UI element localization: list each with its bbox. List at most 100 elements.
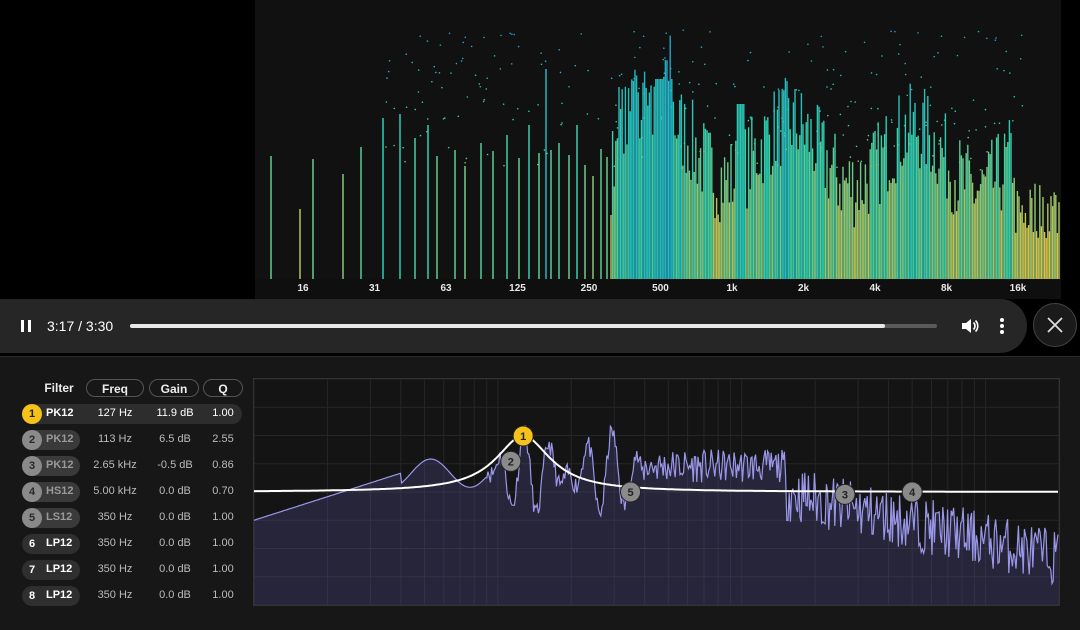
spectrum-peak-dot: [866, 139, 869, 141]
spectrum-peak-dot: [855, 145, 858, 148]
spectrum-peak-dot: [586, 113, 589, 115]
spectrum-peak-dot: [615, 120, 618, 123]
filter-number-badge[interactable]: 2: [22, 430, 42, 450]
filter-gain[interactable]: 0.0 dB: [150, 511, 200, 523]
spectrum-peak-dot: [819, 110, 821, 112]
filter-gain[interactable]: 0.0 dB: [150, 563, 200, 575]
filter-row-6[interactable]: 6 LP12 350 Hz 0.0 dB 1.00: [22, 534, 242, 554]
spectrum-peak-dot: [465, 157, 468, 160]
spectrum-peak-dot: [709, 31, 711, 33]
spectrum-peak-dot: [1009, 72, 1011, 74]
filter-q[interactable]: 1.00: [203, 407, 243, 419]
filter-number-badge[interactable]: 1: [22, 404, 42, 424]
filter-gain[interactable]: 0.0 dB: [150, 485, 200, 497]
filter-type[interactable]: LP12: [46, 589, 72, 601]
filter-q[interactable]: 1.00: [203, 511, 243, 523]
spectrum-peak-dot: [850, 100, 852, 103]
filter-node-label[interactable]: 1: [520, 431, 526, 443]
filter-q[interactable]: 1.00: [203, 563, 243, 575]
filter-gain[interactable]: 0.0 dB: [150, 537, 200, 549]
spectrum-peak-dot: [540, 52, 542, 54]
more-options-button[interactable]: [993, 316, 1011, 336]
filter-number-badge[interactable]: 6: [22, 534, 42, 554]
spectrum-peak-dot: [500, 34, 502, 37]
freq-tick-label: 16k: [1009, 283, 1027, 294]
volume-button[interactable]: [960, 316, 980, 336]
spectrum-peak-dot: [419, 35, 421, 38]
spectrum-peak-dot: [485, 88, 488, 90]
filter-type[interactable]: HS12: [46, 485, 74, 497]
freq-header[interactable]: Freq: [86, 379, 144, 397]
spectrum-peak-dot: [956, 54, 959, 57]
spectrum-peak-dot: [936, 120, 939, 123]
filter-type[interactable]: PK12: [46, 433, 74, 445]
filter-type[interactable]: LP12: [46, 563, 72, 575]
filter-gain[interactable]: 11.9 dB: [150, 407, 200, 419]
filter-freq[interactable]: 350 Hz: [86, 563, 144, 575]
spectrum-peak-dot: [857, 160, 860, 162]
filter-node-label[interactable]: 2: [508, 456, 514, 468]
filter-row-8[interactable]: 8 LP12 350 Hz 0.0 dB 1.00: [22, 586, 242, 606]
filter-gain[interactable]: -0.5 dB: [150, 459, 200, 471]
filter-header: Filter: [44, 381, 74, 395]
filter-freq[interactable]: 350 Hz: [86, 511, 144, 523]
q-header[interactable]: Q: [203, 379, 243, 397]
gain-header[interactable]: Gain: [149, 379, 199, 397]
spectrum-peak-dot: [417, 91, 420, 93]
filter-gain[interactable]: 6.5 dB: [150, 433, 200, 445]
eq-response-graph[interactable]: 1 2 3 4 5: [253, 378, 1060, 606]
filter-freq[interactable]: 2.65 kHz: [86, 459, 144, 471]
freq-tick-label: 31: [368, 283, 381, 294]
filter-row-3[interactable]: 3 PK12 2.65 kHz -0.5 dB 0.86: [22, 456, 242, 476]
spectrum-peak-dot: [561, 122, 563, 124]
spectrum-peak-dot: [1020, 34, 1023, 37]
filter-row-4[interactable]: 4 HS12 5.00 kHz 0.0 dB 0.70: [22, 482, 242, 502]
filter-row-7[interactable]: 7 LP12 350 Hz 0.0 dB 1.00: [22, 560, 242, 580]
filter-number-badge[interactable]: 8: [22, 586, 42, 606]
filter-q[interactable]: 2.55: [203, 433, 243, 445]
filter-freq[interactable]: 127 Hz: [86, 407, 144, 419]
filter-node-label[interactable]: 3: [842, 489, 848, 501]
filter-gain[interactable]: 0.0 dB: [150, 589, 200, 601]
spectrum-peak-dot: [493, 55, 496, 57]
filter-type[interactable]: PK12: [46, 407, 74, 419]
filter-number-badge[interactable]: 4: [22, 482, 42, 502]
filter-row-2[interactable]: 2 PK12 113 Hz 6.5 dB 2.55: [22, 430, 242, 450]
filter-freq[interactable]: 113 Hz: [86, 433, 144, 445]
filter-type[interactable]: LS12: [46, 511, 72, 523]
spectrum-peak-dot: [1005, 50, 1008, 53]
filter-row-5[interactable]: 5 LS12 350 Hz 0.0 dB 1.00: [22, 508, 242, 528]
spectrum-peak-dot: [822, 46, 824, 48]
spectrum-peak-dot: [537, 104, 539, 106]
spectrum-peak-dot: [763, 86, 765, 88]
filter-node-label[interactable]: 4: [909, 487, 916, 499]
seek-bar[interactable]: [130, 324, 937, 328]
spectrum-peak-dot: [917, 32, 919, 34]
close-button[interactable]: [1033, 303, 1077, 347]
filter-type[interactable]: PK12: [46, 459, 74, 471]
filter-number-badge[interactable]: 3: [22, 456, 42, 476]
filter-type[interactable]: LP12: [46, 537, 72, 549]
filter-number-badge[interactable]: 7: [22, 560, 42, 580]
spectrum-peak-dot: [455, 62, 458, 65]
filter-node-label[interactable]: 5: [627, 487, 633, 499]
filter-q[interactable]: 1.00: [203, 537, 243, 549]
filter-freq[interactable]: 5.00 kHz: [86, 485, 144, 497]
spectrum-peak-dot: [405, 53, 408, 55]
filter-number-badge[interactable]: 5: [22, 508, 42, 528]
filter-row-1[interactable]: 1 PK12 127 Hz 11.9 dB 1.00: [22, 404, 242, 424]
filter-freq[interactable]: 350 Hz: [86, 537, 144, 549]
spectrum-peak-dot: [417, 69, 420, 71]
pause-button[interactable]: [14, 314, 38, 338]
spectrum-peak-dot: [568, 85, 570, 88]
freq-tick-label: 2k: [797, 283, 810, 294]
filter-q[interactable]: 1.00: [203, 589, 243, 601]
spectrum-peak-dot: [904, 73, 907, 76]
spectrum-peak-dot: [433, 65, 436, 68]
filter-q[interactable]: 0.86: [203, 459, 243, 471]
spectrum-peak-dot: [881, 55, 883, 57]
filter-q[interactable]: 0.70: [203, 485, 243, 497]
filter-freq[interactable]: 350 Hz: [86, 589, 144, 601]
spectrum-peak-dot: [559, 71, 562, 74]
spectrum-peak-dot: [431, 80, 433, 83]
